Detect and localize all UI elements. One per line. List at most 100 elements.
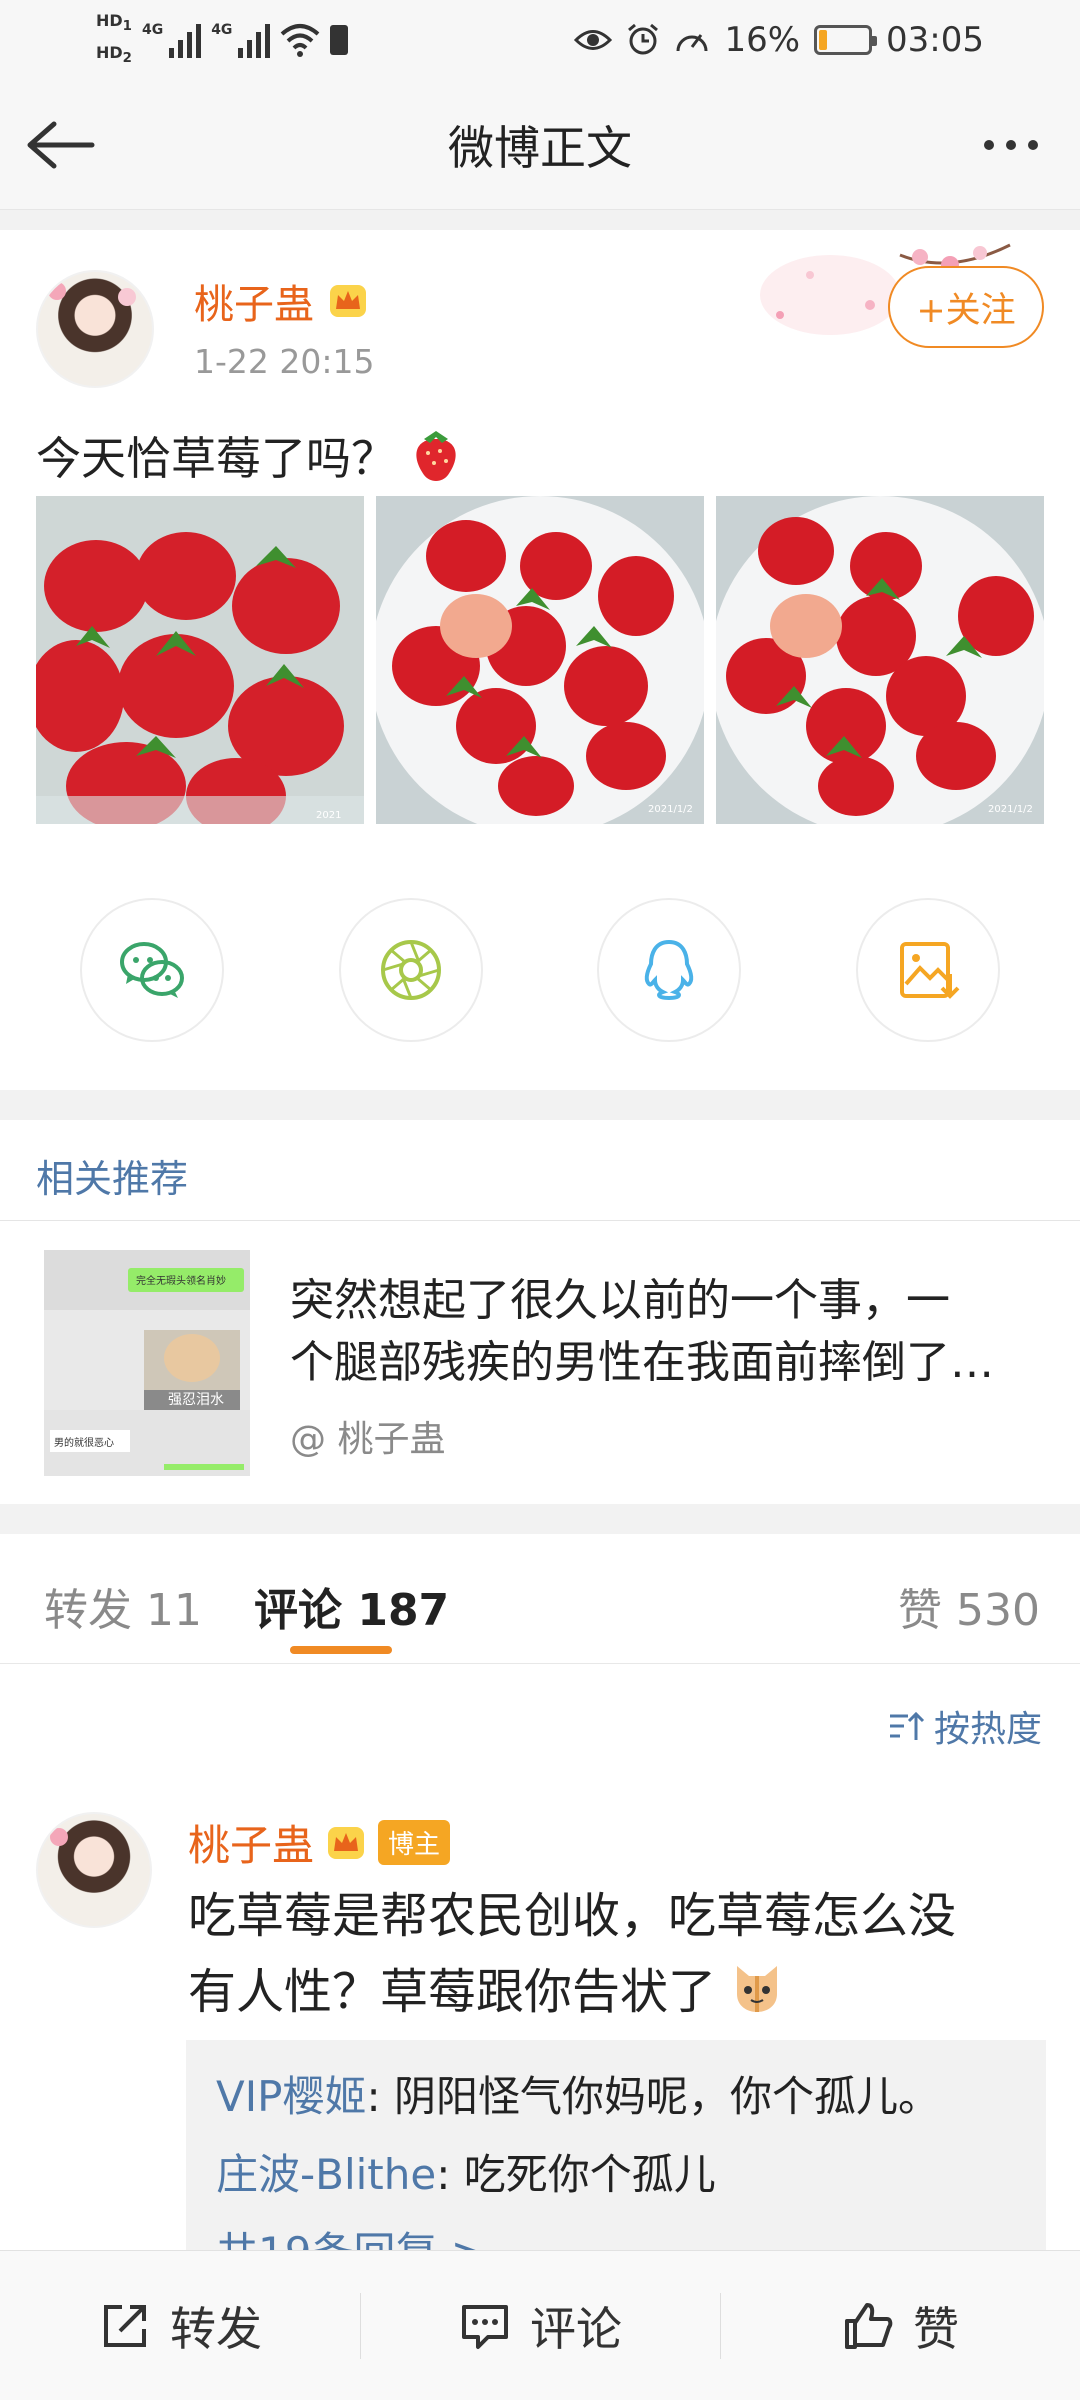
related-title-line-2[interactable]: 个腿部残疾的男性在我面前摔倒了… xyxy=(290,1332,1050,1394)
page-title: 微博正文 xyxy=(448,121,632,175)
related-heading: 相关推荐 xyxy=(36,1157,189,1201)
clock-time: 03:05 xyxy=(886,20,984,60)
divider xyxy=(0,1220,1080,1221)
commenter[interactable]: 桃子蛊 博主 xyxy=(188,1812,451,1873)
tab-comment-label: 评论 xyxy=(254,1585,342,1636)
sort-label: 按热度 xyxy=(933,1709,1042,1750)
tab-repost-label: 转发 xyxy=(44,1585,132,1636)
like-label: 赞 xyxy=(913,2301,959,2356)
tab-repost-count: 11 xyxy=(146,1585,202,1636)
post-photo-2[interactable]: 2021/1/2 xyxy=(376,496,704,824)
hd1-label: HD xyxy=(96,10,123,30)
commenter-avatar[interactable] xyxy=(36,1812,152,1928)
repost-button[interactable]: 转发 xyxy=(0,2251,360,2400)
comment-button[interactable]: 评论 xyxy=(360,2251,720,2400)
commenter-name[interactable]: 桃子蛊 xyxy=(188,1812,314,1873)
photo-1-stamp: 2021 xyxy=(316,810,341,821)
battery-level xyxy=(819,30,828,50)
wifi-icon xyxy=(281,24,320,57)
reply-text: : 阴阳怪气你妈呢，你个孤儿。 xyxy=(366,2072,940,2121)
network-type-2: 4G xyxy=(211,22,233,38)
reply-item[interactable]: 庄波-Blithe: 吃死你个孤儿 xyxy=(216,2136,1016,2214)
cat-emoji-icon xyxy=(737,1966,778,2012)
post-time: 1-22 20:15 xyxy=(194,342,375,381)
chat-screenshot-image: 完全无瑕头领名肖妙 强忍泪水 男的就很恶心 xyxy=(44,1250,250,1476)
hd-indicator: HD1 HD2 xyxy=(96,8,132,72)
hd1-sub: 1 xyxy=(122,19,132,34)
network-type-1: 4G xyxy=(141,22,164,38)
active-tab-indicator xyxy=(290,1646,392,1654)
share-moments-button[interactable] xyxy=(338,898,483,1042)
hd2-sub: 2 xyxy=(122,51,132,67)
strawberry-plate-image: 2021/1/2 xyxy=(376,496,704,824)
share-wechat-button[interactable] xyxy=(80,898,224,1042)
vip-crown-icon xyxy=(330,285,366,317)
interaction-tabs: 转发 11 评论 187 赞 530 xyxy=(0,1534,1080,1664)
status-left: HD1 HD2 4G 4G xyxy=(96,8,349,72)
battery-percent: 16% xyxy=(724,20,801,60)
like-button[interactable]: 赞 xyxy=(720,2251,1080,2400)
tab-like-label: 赞 xyxy=(898,1585,943,1636)
sort-by-hot-button[interactable]: 按热度 xyxy=(888,1700,1042,1752)
tab-comment[interactable]: 评论 187 xyxy=(254,1574,449,1638)
wechat-icon xyxy=(120,942,184,998)
signal-icon-1: 4G xyxy=(141,22,202,58)
share-icon xyxy=(104,2304,146,2347)
save-image-icon xyxy=(899,942,960,999)
more-dots-icon xyxy=(984,140,994,150)
related-title-line-1[interactable]: 突然想起了很久以前的一个事，一 xyxy=(290,1270,1050,1332)
related-author[interactable]: @ 桃子蛊 xyxy=(290,1410,445,1462)
nav-bar: 微博正文 xyxy=(0,80,1080,210)
photo-3-stamp: 2021/1/2 xyxy=(988,804,1033,815)
related-thumbnail[interactable]: 完全无瑕头领名肖妙 强忍泪水 男的就很恶心 xyxy=(44,1250,250,1476)
divider xyxy=(0,210,1080,230)
reply-item[interactable]: VIP樱姬: 阴阳怪气你妈呢，你个孤儿。 xyxy=(216,2058,1016,2136)
tab-like-count: 530 xyxy=(956,1585,1040,1636)
more-replies-link[interactable]: 共19条回复 > xyxy=(216,2214,1016,2250)
divider xyxy=(0,1504,1080,1534)
thumbs-up-icon xyxy=(845,2302,893,2349)
thumb-caption-2: 强忍泪水 xyxy=(168,1392,224,1408)
post-author-name[interactable]: 桃子蛊 xyxy=(194,272,314,330)
related-title[interactable]: 突然想起了很久以前的一个事，一 个腿部残疾的男性在我面前摔倒了… xyxy=(290,1270,1050,1394)
data-speed-icon xyxy=(676,34,708,52)
post-photo-3[interactable]: 2021/1/2 xyxy=(716,496,1044,824)
comment-text-line-2: 有人性？草莓跟你告状了 xyxy=(188,1964,717,2020)
post-photo-1[interactable]: 2021 xyxy=(36,496,364,824)
status-bar: HD1 HD2 4G 4G 16% 03:05 xyxy=(0,0,1080,80)
status-right: 16% 03:05 xyxy=(574,8,984,72)
related-section: 相关推荐 完全无瑕头领名肖妙 强忍泪水 男的就很恶心 突然想起了很久以前的一个事… xyxy=(0,1120,1080,1504)
battery-icon xyxy=(814,25,878,55)
vip-crown-icon xyxy=(328,1826,365,1859)
share-row xyxy=(80,898,1000,1042)
follow-button[interactable]: +关注 xyxy=(888,266,1044,348)
save-image-button[interactable] xyxy=(855,898,1000,1042)
comment-text[interactable]: 吃草莓是帮农民创收，吃草莓怎么没 有人性？草莓跟你告状了 xyxy=(188,1878,1048,2030)
photo-grid: 2021 2021/1/2 2021/1/2 xyxy=(36,496,1044,824)
alarm-icon xyxy=(628,23,659,55)
repost-label: 转发 xyxy=(170,2301,262,2356)
share-qq-button[interactable] xyxy=(597,898,742,1042)
reply-author[interactable]: 庄波-Blithe xyxy=(216,2150,436,2199)
post-author[interactable]: 桃子蛊 xyxy=(194,272,368,330)
eye-icon xyxy=(574,30,613,50)
tab-repost[interactable]: 转发 11 xyxy=(44,1574,202,1638)
hd2-label: HD xyxy=(96,43,123,62)
more-options-button[interactable] xyxy=(966,110,1056,180)
qq-icon xyxy=(645,939,694,1001)
tab-like[interactable]: 赞 530 xyxy=(898,1574,1040,1638)
sort-icon xyxy=(889,1711,925,1740)
strawberry-box-image: 2021 xyxy=(36,496,364,824)
author-badge: 博主 xyxy=(378,1820,451,1865)
post-card: 桃子蛊 1-22 20:15 +关注 今天恰草莓了吗？ 2021 2021/1/… xyxy=(0,230,1080,1090)
reply-author[interactable]: VIP樱姬 xyxy=(216,2072,366,2121)
moments-icon xyxy=(380,940,441,1000)
bottom-action-bar: 转发 评论 赞 xyxy=(0,2250,1080,2400)
comment-text-line-1: 吃草莓是帮农民创收，吃草莓怎么没 xyxy=(188,1888,957,1944)
author-avatar[interactable] xyxy=(36,270,154,388)
photo-2-stamp: 2021/1/2 xyxy=(648,804,693,815)
reply-box[interactable]: VIP樱姬: 阴阳怪气你妈呢，你个孤儿。 庄波-Blithe: 吃死你个孤儿 共… xyxy=(186,2040,1046,2250)
comment-icon xyxy=(462,2304,508,2349)
tab-comment-count: 187 xyxy=(357,1585,450,1636)
thumb-caption-3: 男的就很恶心 xyxy=(54,1436,114,1449)
